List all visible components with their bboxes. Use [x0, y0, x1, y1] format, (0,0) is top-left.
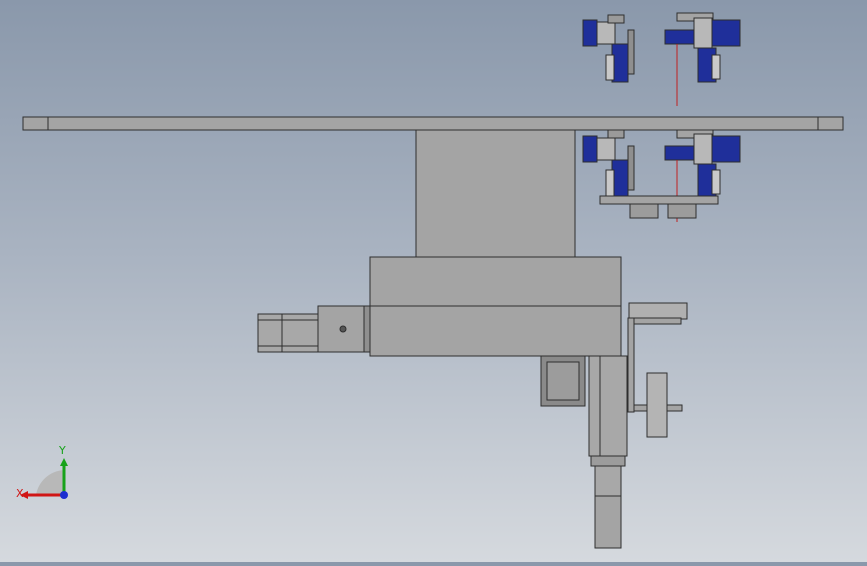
lower-gripper-left[interactable] [582, 129, 635, 199]
vertical-linear-module[interactable] [540, 355, 628, 549]
upper-gripper-right[interactable] [664, 12, 741, 106]
carriage-body[interactable] [369, 256, 622, 357]
main-beam[interactable] [22, 116, 844, 131]
coordinate-triad-icon: X Y [16, 444, 68, 500]
triad-x-label: X [16, 487, 24, 500]
horizontal-servo-motor[interactable] [257, 305, 371, 353]
gripper-mount-plate[interactable] [599, 195, 719, 219]
roller-bracket[interactable] [627, 302, 688, 438]
upper-gripper-left[interactable] [582, 14, 635, 83]
cad-graphics-viewport[interactable]: X Y [0, 0, 867, 562]
model-view[interactable]: X Y [0, 0, 867, 562]
triad-y-label: Y [58, 444, 66, 457]
vertical-column[interactable] [415, 129, 576, 258]
